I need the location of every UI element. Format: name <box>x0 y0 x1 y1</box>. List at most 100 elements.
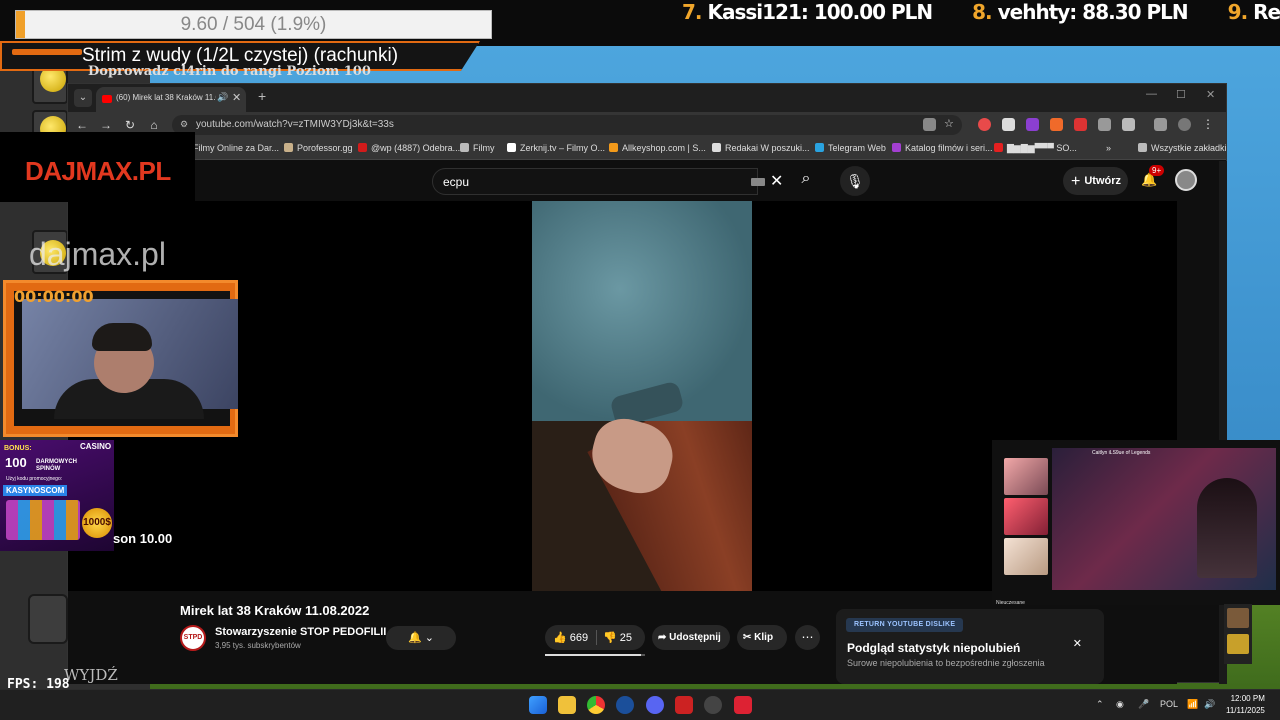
close-tab-icon[interactable]: ✕ <box>232 91 241 104</box>
sponsor-watermark: dajmax.pl <box>29 236 166 272</box>
tab-title: (60) Mirek lat 38 Kraków 11.08.2022 <box>116 93 216 102</box>
bookmark-item[interactable]: Allkeyshop.com | S... <box>609 143 706 153</box>
close-window-button[interactable]: ✕ <box>1206 88 1215 101</box>
create-button[interactable]: + Utwórz <box>1063 167 1128 195</box>
media-controls-icon[interactable] <box>1154 118 1167 131</box>
youtube-favicon-icon <box>102 95 112 103</box>
game-button[interactable] <box>28 594 68 644</box>
casino-spins: DARMOWYCH SPINÓW <box>36 459 77 472</box>
profile-icon[interactable] <box>1178 118 1191 131</box>
obs-icon[interactable] <box>704 696 722 714</box>
clock[interactable]: 12:00 PM 11/11/2025 <box>1226 693 1265 717</box>
app-icon[interactable] <box>675 696 693 714</box>
donation-goal-bar: 9.60 / 504 (1.9%) <box>15 10 492 39</box>
pip-caption: Caitlyn iLS9ue of Legends <box>1092 450 1151 456</box>
extension-icon[interactable] <box>1026 118 1039 131</box>
youtube-search-input[interactable]: ecpu ✕ <box>432 168 783 195</box>
subscription-bell-button[interactable]: 🔔 ⌄ <box>386 626 456 650</box>
bookmark-item[interactable]: ▇▆▇▆▀▀▀ SO... <box>994 143 1077 154</box>
reload-button[interactable]: ↻ <box>122 117 138 133</box>
extension-icon[interactable] <box>1002 118 1015 131</box>
ccleaner-icon[interactable] <box>616 696 634 714</box>
bookmark-folder[interactable]: Filmy <box>460 143 495 153</box>
account-avatar[interactable] <box>1175 169 1197 191</box>
subscriber-count: 3,95 tys. subskrybentów <box>215 641 301 650</box>
youtube-header: ecpu ✕ ⌕ 🎙 + Utwórz 🔔 9+ <box>68 161 1226 201</box>
minimize-button[interactable]: — <box>1146 88 1157 100</box>
app-icon[interactable] <box>734 696 752 714</box>
volume-icon[interactable]: 🔊 <box>1204 699 1215 710</box>
language-indicator[interactable]: POL <box>1160 699 1178 709</box>
tab-strip: ⌄ (60) Mirek lat 38 Kraków 11.08.2022 🔊 … <box>68 84 1226 112</box>
bookmark-item[interactable]: Katalog filmów i seri... <box>892 143 993 153</box>
casino-headline: 100 <box>5 455 27 470</box>
home-button[interactable]: ⌂ <box>146 117 162 133</box>
bookmarks-overflow-button[interactable]: » <box>1106 143 1111 153</box>
extension-icon[interactable] <box>978 118 991 131</box>
pip-streamer <box>1197 478 1257 578</box>
close-icon[interactable]: ✕ <box>1073 637 1082 650</box>
back-button[interactable]: ← <box>74 117 90 133</box>
bookmark-item[interactable]: Porofessor.gg <box>284 143 353 153</box>
discord-icon[interactable] <box>646 696 664 714</box>
bookmark-item[interactable]: Zerknij.tv – Filmy O... <box>507 143 605 153</box>
game-quest-text: Doprowadz cl4rin do rangi Poziom 100 <box>88 64 371 79</box>
clear-search-icon[interactable]: ✕ <box>770 171 783 191</box>
file-explorer-icon[interactable] <box>558 696 576 714</box>
more-actions-button[interactable]: ⋯ <box>795 625 820 650</box>
start-menu-icon[interactable] <box>529 696 547 714</box>
keyboard-icon[interactable] <box>751 178 765 186</box>
like-button[interactable]: 👍 669 <box>553 631 588 644</box>
exit-label[interactable]: WYJDŹ <box>64 666 118 684</box>
chrome-icon[interactable] <box>587 696 605 714</box>
bookmark-item[interactable]: @wp (4887) Odebra... <box>358 143 460 153</box>
donor-leaderboard: 7. Kassi121: 100.00 PLN 8. vehhty: 88.30… <box>682 0 1280 24</box>
voice-search-button[interactable]: 🎙 <box>840 166 870 196</box>
casino-label: CASINO <box>80 442 112 451</box>
webcam-feed <box>14 291 238 426</box>
side-thumbnail[interactable] <box>1227 608 1249 628</box>
steam-tray-icon[interactable]: ◉ <box>1116 699 1124 710</box>
channel-avatar[interactable]: STPD <box>180 625 206 651</box>
casino-badge: 1000$ <box>82 508 112 538</box>
side-thumbnail[interactable] <box>1227 634 1249 654</box>
side-thumbnails <box>1224 604 1252 664</box>
notification-badge: 9+ <box>1149 165 1165 176</box>
wifi-icon[interactable]: 📶 <box>1187 699 1198 710</box>
tab-search-button[interactable]: ⌄ <box>74 89 92 107</box>
star-icon[interactable]: ☆ <box>944 118 957 131</box>
leaderboard-entry: 9. Recesy <box>1227 0 1280 24</box>
microphone-tray-icon[interactable]: 🎤 <box>1138 699 1149 710</box>
maximize-button[interactable]: ☐ <box>1176 88 1186 101</box>
new-tab-button[interactable]: + <box>258 88 266 104</box>
menu-icon[interactable]: ⋮ <box>1202 118 1215 131</box>
cast-icon[interactable] <box>923 118 936 131</box>
ryd-tag: RETURN YOUTUBE DISLIKE <box>846 618 964 632</box>
tab-youtube-video[interactable]: (60) Mirek lat 38 Kraków 11.08.2022 🔊 ✕ <box>96 87 246 112</box>
tray-overflow-icon[interactable]: ⌃ <box>1096 699 1104 710</box>
clip-button[interactable]: ✂ Klip <box>737 625 787 650</box>
bookmark-item[interactable]: Telegram Web <box>815 143 886 153</box>
sponsor-logo: DAJMAX.PL <box>25 156 171 186</box>
title-accent <box>12 49 82 55</box>
leaderboard-entry: 8. vehhty: 88.30 PLN <box>972 0 1189 24</box>
casino-ad-banner: CASINO BONUS: 100 DARMOWYCH SPINÓW Użyj k… <box>0 440 114 551</box>
pip-chat-username: Nieuczesane <box>996 600 1025 606</box>
search-button[interactable]: ⌕ <box>794 170 818 194</box>
forward-button[interactable]: → <box>98 117 114 133</box>
extensions-puzzle-icon[interactable] <box>1122 118 1135 131</box>
game-score: son 10.00 <box>113 531 173 546</box>
speaker-icon[interactable]: 🔊 <box>217 92 228 103</box>
video-sleeve <box>532 201 752 421</box>
extension-icon[interactable] <box>1074 118 1087 131</box>
bookmark-item[interactable]: Redakai W poszuki... <box>712 143 810 153</box>
share-button[interactable]: ➦ Udostępnij <box>652 625 730 650</box>
like-dislike-group: 👍 669 👎 25 <box>545 625 645 650</box>
address-bar[interactable]: ⚙ youtube.com/watch?v=zTMIW3YDj3k&t=33s <box>172 115 962 135</box>
site-info-icon[interactable]: ⚙ <box>180 119 188 130</box>
extension-icon[interactable] <box>1098 118 1111 131</box>
all-bookmarks-folder[interactable]: Wszystkie zakładki <box>1138 143 1227 153</box>
dislike-button[interactable]: 👎 25 <box>603 631 632 644</box>
extension-icon[interactable] <box>1050 118 1063 131</box>
channel-name[interactable]: Stowarzyszenie STOP PEDOFILII <box>215 626 386 638</box>
